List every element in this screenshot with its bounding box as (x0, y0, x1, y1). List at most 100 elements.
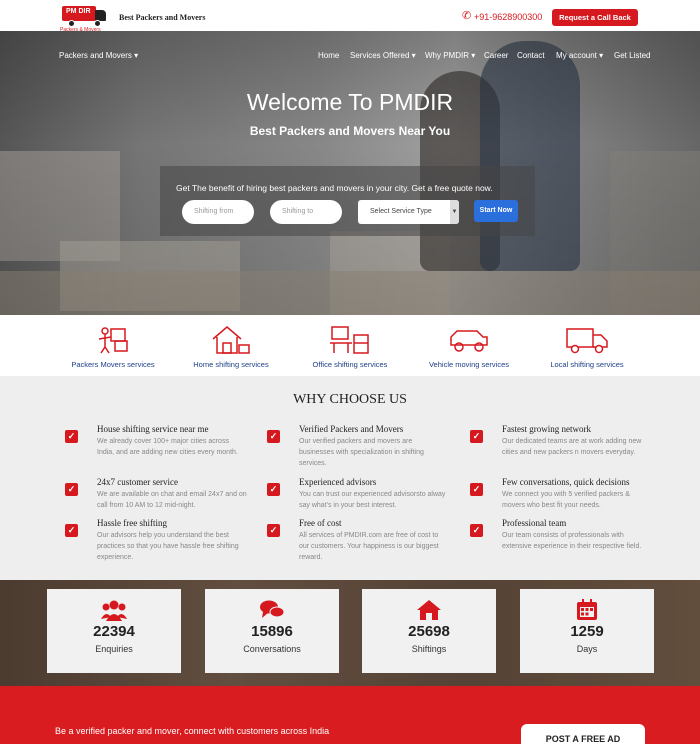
stat-label: Conversations (243, 644, 301, 654)
check-icon: ✓ (470, 430, 483, 443)
start-now-button[interactable]: Start Now (474, 200, 518, 222)
check-icon: ✓ (65, 483, 78, 496)
logo-wheel (68, 20, 75, 27)
shifting-to-input[interactable]: Shifting to (270, 200, 342, 224)
service-local-shifting[interactable]: Local shifting services (532, 323, 642, 369)
stat-value: 15896 (251, 623, 293, 640)
chat-icon (205, 599, 339, 621)
service-label: Office shifting services (312, 360, 388, 369)
feature-item: ✓ House shifting service near me We alre… (65, 424, 247, 458)
feature-item: ✓ Experienced advisors You can trust our… (267, 477, 449, 511)
nav-my-account[interactable]: My account ▾ (556, 51, 603, 60)
truck-icon (566, 328, 608, 354)
feature-title: Fastest growing network (502, 424, 591, 434)
check-icon: ✓ (470, 524, 483, 537)
nav-home[interactable]: Home (318, 51, 339, 60)
feature-title: House shifting service near me (97, 424, 209, 434)
feature-item: ✓ Free of cost All services of PMDIR.com… (267, 518, 449, 563)
hero-section: Packers and Movers ▾ Home Services Offer… (0, 31, 700, 315)
hero-title: Welcome To PMDIR (246, 89, 454, 115)
main-nav: Packers and Movers ▾ Home Services Offer… (0, 49, 700, 65)
service-packers-movers[interactable]: Packers Movers services (58, 323, 168, 369)
feature-title: Few conversations, quick decisions (502, 477, 630, 487)
stat-card-enquiries: 22394 Enquiries (47, 589, 181, 673)
shifting-from-input[interactable]: Shifting from (182, 200, 254, 224)
office-shifting-icon (330, 326, 369, 354)
section-title: WHY CHOOSE US (293, 392, 407, 407)
phone-number[interactable]: +91-9628900300 (474, 12, 542, 22)
feature-title: Professional team (502, 518, 567, 528)
feature-item: ✓ Hassle free shifting Our advisors help… (65, 518, 247, 563)
users-icon (47, 599, 181, 621)
home-shifting-icon (212, 326, 250, 354)
stat-value: 25698 (408, 623, 450, 640)
nav-services-offered[interactable]: Services Offered ▾ (350, 51, 416, 60)
feature-desc: We connect you with 5 verified packers &… (502, 491, 630, 509)
feature-item: ✓ Fastest growing network Our dedicated … (470, 424, 652, 458)
cta-section: Be a verified packer and mover, connect … (0, 686, 700, 744)
services-strip: Packers Movers services Home shifting se… (0, 315, 700, 376)
service-office-shifting[interactable]: Office shifting services (295, 323, 405, 369)
site-logo[interactable]: PM DIR Packers & Movers (60, 2, 110, 33)
nav-packers-and-movers[interactable]: Packers and Movers ▾ (59, 51, 138, 60)
feature-title: Verified Packers and Movers (299, 424, 404, 434)
check-icon: ✓ (267, 483, 280, 496)
service-label: Home shifting services (193, 360, 269, 369)
chevron-down-icon[interactable]: ▼ (450, 200, 459, 224)
feature-item: ✓ Professional team Our team consists of… (470, 518, 652, 552)
feature-desc: You can trust our experienced advisorsto… (299, 491, 446, 509)
top-bar: PM DIR Packers & Movers Best Packers and… (0, 0, 700, 33)
check-icon: ✓ (65, 430, 78, 443)
stat-label: Shiftings (411, 644, 447, 654)
feature-desc: We already cover 100+ major cities acros… (97, 438, 238, 456)
service-label: Packers Movers services (71, 360, 155, 369)
check-icon: ✓ (470, 483, 483, 496)
home-icon (362, 599, 496, 621)
post-free-ad-button[interactable]: POST A FREE AD (521, 724, 645, 744)
phone-icon: ✆ (462, 10, 472, 22)
feature-desc: We are available on chat and email 24x7 … (97, 491, 247, 509)
stat-label: Enquiries (95, 644, 133, 654)
hero-subtitle: Best Packers and Movers Near You (249, 124, 451, 138)
feature-title: Hassle free shifting (97, 518, 167, 528)
logo-wheel (94, 20, 101, 27)
check-icon: ✓ (65, 524, 78, 537)
check-icon: ✓ (267, 430, 280, 443)
calendar-icon (520, 599, 654, 621)
stat-card-conversations: 15896 Conversations (205, 589, 339, 673)
service-label: Local shifting services (550, 360, 624, 369)
request-callback-button[interactable]: Request a Call Back (552, 9, 638, 26)
service-type-select[interactable]: Select Service Type (358, 200, 459, 224)
site-name: Best Packers and Movers (119, 13, 206, 22)
vehicle-icon (450, 330, 488, 352)
feature-item: ✓ Verified Packers and Movers Our verifi… (267, 424, 449, 469)
feature-title: Free of cost (299, 518, 342, 528)
logo-text: PM DIR (66, 8, 91, 15)
stat-card-days: 1259 Days (520, 589, 654, 673)
feature-desc: Our team consists of professionals with … (502, 532, 642, 550)
feature-item: ✓ Few conversations, quick decisions We … (470, 477, 652, 511)
feature-item: ✓ 24x7 customer service We are available… (65, 477, 247, 511)
stat-card-shiftings: 25698 Shiftings (362, 589, 496, 673)
nav-get-listed[interactable]: Get Listed (614, 51, 650, 60)
stat-label: Days (576, 644, 598, 654)
feature-desc: Our advisors help you understand the bes… (97, 532, 239, 561)
service-vehicle-moving[interactable]: Vehicle moving services (414, 323, 524, 369)
service-label: Vehicle moving services (428, 360, 510, 369)
stat-value: 1259 (570, 623, 604, 640)
feature-desc: Our dedicated teams are at work adding n… (502, 438, 642, 456)
feature-desc: Our verified packers and movers are busi… (299, 438, 424, 467)
nav-career[interactable]: Career (484, 51, 508, 60)
nav-why-pmdir[interactable]: Why PMDIR ▾ (425, 51, 475, 60)
service-home-shifting[interactable]: Home shifting services (176, 323, 286, 369)
feature-title: 24x7 customer service (97, 477, 178, 487)
stats-section: 22394 Enquiries 15896 Conversations 2569… (0, 580, 700, 686)
quote-form-text: Get The benefit of hiring best packers a… (176, 183, 493, 193)
nav-contact[interactable]: Contact (517, 51, 545, 60)
feature-desc: All services of PMDIR.com are free of co… (299, 532, 439, 561)
movers-icon (98, 327, 128, 354)
stat-value: 22394 (93, 623, 135, 640)
feature-title: Experienced advisors (299, 477, 377, 487)
why-choose-us-section: WHY CHOOSE US ✓ House shifting service n… (0, 376, 700, 580)
cta-text: Be a verified packer and mover, connect … (55, 726, 330, 736)
